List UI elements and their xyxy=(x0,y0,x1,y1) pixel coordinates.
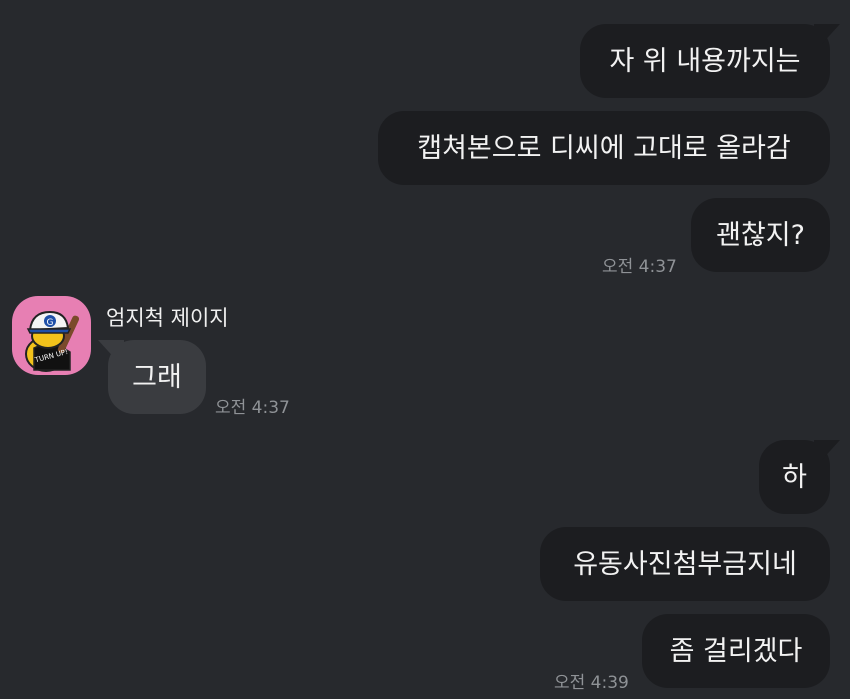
message-text: 자 위 내용까지는 xyxy=(609,45,801,77)
message-timestamp: 오전 4:39 xyxy=(554,673,629,693)
chat-conversation: 자 위 내용까지는 캡쳐본으로 디씨에 고대로 올라감 괜찮지? 오전 4:37… xyxy=(0,0,850,699)
message-text: 좀 걸리겠다 xyxy=(669,635,803,667)
outgoing-message-bubble[interactable]: 좀 걸리겠다 xyxy=(642,614,830,688)
outgoing-message-bubble[interactable]: 캡쳐본으로 디씨에 고대로 올라감 xyxy=(378,111,830,185)
avatar-character-icon: G TURN UP! xyxy=(25,310,80,372)
outgoing-message-bubble[interactable]: 괜찮지? xyxy=(691,198,830,272)
outgoing-message-bubble[interactable]: 하 xyxy=(759,440,830,514)
message-text: 캡쳐본으로 디씨에 고대로 올라감 xyxy=(417,132,791,164)
avatar-cap-letter: G xyxy=(47,318,54,328)
message-text: 유동사진첨부금지네 xyxy=(573,548,797,580)
incoming-message-bubble[interactable]: 그래 xyxy=(108,340,206,414)
sender-name: 엄지척 제이지 xyxy=(106,306,229,330)
outgoing-message-bubble[interactable]: 유동사진첨부금지네 xyxy=(540,527,830,601)
message-text: 하 xyxy=(782,461,807,493)
message-timestamp: 오전 4:37 xyxy=(215,398,290,418)
message-text: 그래 xyxy=(132,361,182,393)
avatar[interactable]: G TURN UP! xyxy=(12,296,91,375)
outgoing-message-bubble[interactable]: 자 위 내용까지는 xyxy=(580,24,830,98)
message-timestamp: 오전 4:37 xyxy=(602,257,677,277)
message-text: 괜찮지? xyxy=(716,219,805,251)
